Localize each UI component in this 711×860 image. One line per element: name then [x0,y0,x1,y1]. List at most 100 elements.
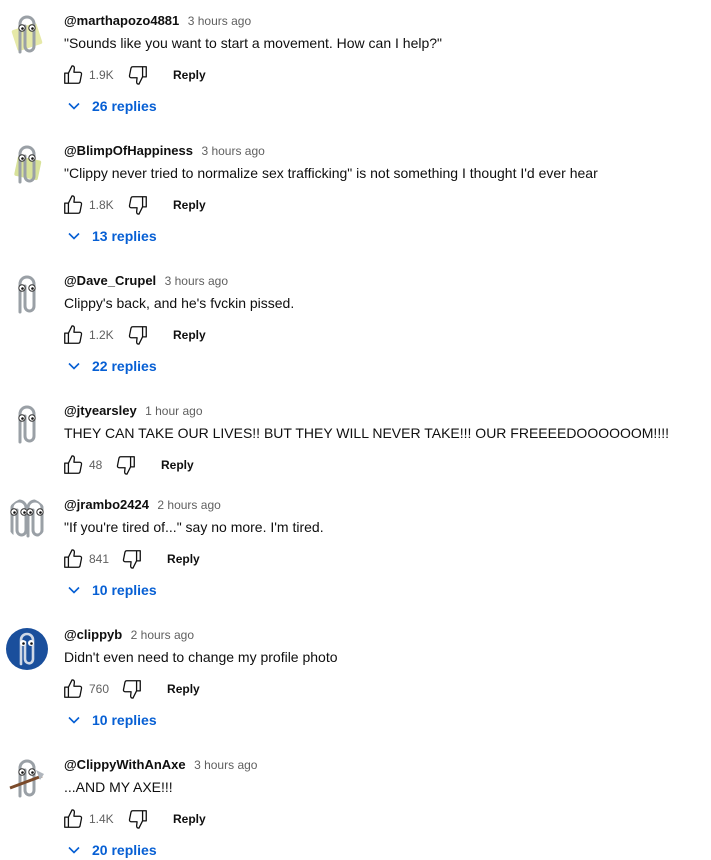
like-icon[interactable] [62,454,84,476]
comment-timestamp[interactable]: 1 hour ago [145,404,202,418]
comment-header: @Dave_Crupel 3 hours ago [64,272,228,290]
avatar[interactable] [6,144,48,186]
comment-timestamp[interactable]: 2 hours ago [131,628,194,642]
comment-actions: 760 Reply [62,677,200,701]
clippy-avatar-icon [6,404,48,446]
dislike-icon[interactable] [127,64,149,86]
like-icon[interactable] [62,324,84,346]
clippy-avatar-icon [6,274,48,316]
like-count: 760 [89,682,110,696]
author-name[interactable]: @BlimpOfHappiness [64,143,193,158]
author-name[interactable]: @ClippyWithAnAxe [64,757,186,772]
comment-text: Clippy's back, and he's fvckin pissed. [64,295,295,311]
view-replies-button[interactable]: 26 replies [66,96,157,116]
author-name[interactable]: @marthapozo4881 [64,13,179,28]
chevron-down-icon [66,582,82,598]
clippy-avatar-icon [9,758,44,800]
comment-text: "Sounds like you want to start a movemen… [64,35,443,51]
chevron-down-icon [66,228,82,244]
replies-label: 26 replies [92,98,157,114]
view-replies-button[interactable]: 13 replies [66,226,157,246]
chevron-down-icon [66,712,82,728]
comment-text: THEY CAN TAKE OUR LIVES!! BUT THEY WILL … [64,425,669,441]
avatar[interactable] [6,14,48,56]
comment-actions: 1.9K Reply [62,63,206,87]
like-count: 48 [89,458,103,472]
avatar[interactable] [6,498,48,540]
like-count: 1.8K [89,198,114,212]
replies-label: 10 replies [92,712,157,728]
comment-thread: @BlimpOfHappiness 3 hours ago "Clippy ne… [0,142,711,254]
reply-button[interactable]: Reply [173,812,206,826]
like-count: 1.2K [89,328,114,342]
replies-label: 13 replies [92,228,157,244]
comment-text: "If you're tired of..." say no more. I'm… [64,519,324,535]
view-replies-button[interactable]: 22 replies [66,356,157,376]
comment-actions: 841 Reply [62,547,200,571]
like-count: 1.4K [89,812,114,826]
comment-actions: 1.8K Reply [62,193,206,217]
dislike-icon[interactable] [127,324,149,346]
like-icon[interactable] [62,678,84,700]
comment-actions: 48 Reply [62,453,194,477]
comment-thread: @Dave_Crupel 3 hours ago Clippy's back, … [0,272,711,384]
comment-timestamp[interactable]: 3 hours ago [194,758,257,772]
like-icon[interactable] [62,64,84,86]
comment-header: @marthapozo4881 3 hours ago [64,12,251,30]
clippy-avatar-icon [6,498,48,540]
comment-header: @BlimpOfHappiness 3 hours ago [64,142,265,160]
comment-header: @ClippyWithAnAxe 3 hours ago [64,756,257,774]
reply-button[interactable]: Reply [167,682,200,696]
like-count: 841 [89,552,110,566]
comment-actions: 1.4K Reply [62,807,206,831]
comment-header: @jtyearsley 1 hour ago [64,402,203,420]
comment-header: @jrambo2424 2 hours ago [64,496,221,514]
like-icon[interactable] [62,548,84,570]
comment-header: @clippyb 2 hours ago [64,626,194,644]
avatar[interactable] [6,274,48,316]
author-name[interactable]: @jtyearsley [64,403,137,418]
reply-button[interactable]: Reply [161,458,194,472]
comment-timestamp[interactable]: 3 hours ago [201,144,264,158]
reply-button[interactable]: Reply [173,68,206,82]
clippy-avatar-icon [19,632,35,666]
avatar[interactable] [6,758,48,800]
comment-text: "Clippy never tried to normalize sex tra… [64,165,598,181]
chevron-down-icon [66,358,82,374]
like-icon[interactable] [62,808,84,830]
view-replies-button[interactable]: 10 replies [66,710,157,730]
author-name[interactable]: @jrambo2424 [64,497,149,512]
avatar[interactable] [6,628,48,670]
clippy-avatar-icon [11,14,43,56]
comment-actions: 1.2K Reply [62,323,206,347]
reply-button[interactable]: Reply [167,552,200,566]
comment-thread: @ClippyWithAnAxe 3 hours ago ...AND MY A… [0,756,711,860]
replies-label: 20 replies [92,842,157,858]
clippy-avatar-icon [14,144,42,186]
dislike-icon[interactable] [115,454,137,476]
dislike-icon[interactable] [127,808,149,830]
dislike-icon[interactable] [121,678,143,700]
view-replies-button[interactable]: 20 replies [66,840,157,860]
chevron-down-icon [66,842,82,858]
comment-timestamp[interactable]: 3 hours ago [165,274,228,288]
chevron-down-icon [66,98,82,114]
comment-timestamp[interactable]: 2 hours ago [157,498,220,512]
comment-thread: @marthapozo4881 3 hours ago "Sounds like… [0,12,711,124]
reply-button[interactable]: Reply [173,198,206,212]
like-count: 1.9K [89,68,114,82]
comment-text: Didn't even need to change my profile ph… [64,649,338,665]
author-name[interactable]: @clippyb [64,627,122,642]
comment-text: ...AND MY AXE!!! [64,779,173,795]
comment-timestamp[interactable]: 3 hours ago [188,14,251,28]
comment-thread: @jtyearsley 1 hour ago THEY CAN TAKE OUR… [0,402,711,482]
dislike-icon[interactable] [121,548,143,570]
avatar[interactable] [6,404,48,446]
comment-thread: @clippyb 2 hours ago Didn't even need to… [0,626,711,738]
like-icon[interactable] [62,194,84,216]
view-replies-button[interactable]: 10 replies [66,580,157,600]
replies-label: 22 replies [92,358,157,374]
reply-button[interactable]: Reply [173,328,206,342]
dislike-icon[interactable] [127,194,149,216]
author-name[interactable]: @Dave_Crupel [64,273,156,288]
